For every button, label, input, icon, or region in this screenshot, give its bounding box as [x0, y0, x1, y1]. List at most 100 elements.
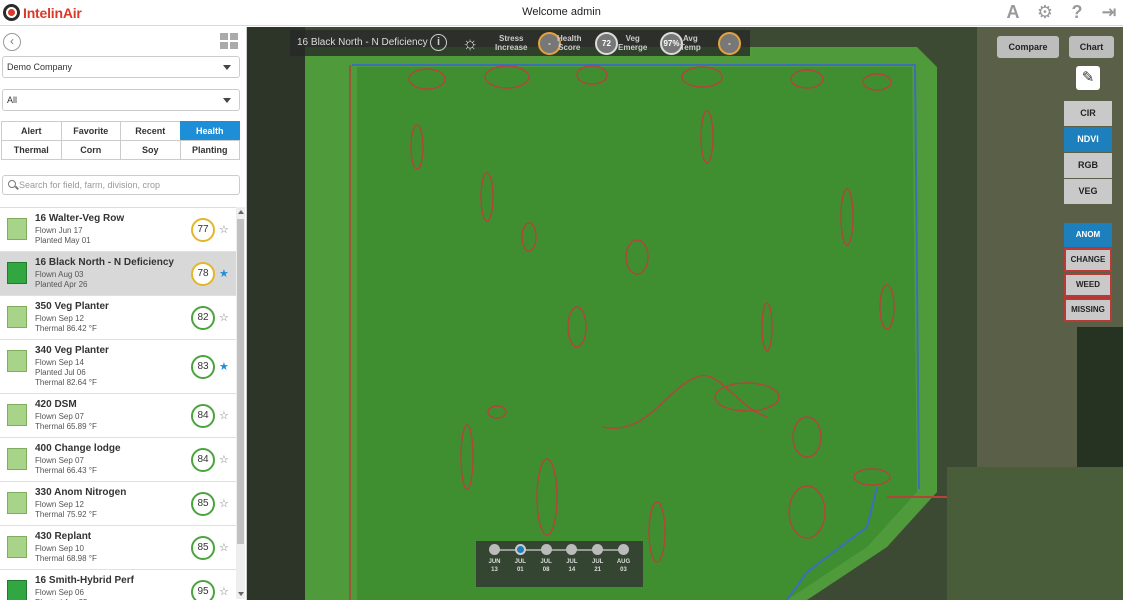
favorite-star-icon[interactable]: ☆	[219, 311, 229, 324]
field-thumbnail	[7, 350, 27, 372]
field-row[interactable]: 400 Change lodge Flown Sep 07 Thermal 66.4…	[0, 438, 236, 482]
metric-label: Avg Temp	[680, 34, 701, 52]
info-icon[interactable]: i	[430, 34, 447, 51]
timeline-month: AUG	[616, 559, 631, 565]
scroll-down-arrow-icon[interactable]	[238, 592, 244, 596]
timeline-date-label: JUL 08	[535, 558, 557, 574]
timeline-day: 13	[491, 567, 498, 573]
timeline-date-dot[interactable]	[592, 544, 604, 555]
field-detail: Planted May 01	[35, 236, 91, 245]
compare-button[interactable]: Compare	[997, 36, 1059, 58]
field-title: 16 Black North - N Deficiency	[297, 37, 428, 48]
timeline-date-dot[interactable]	[618, 544, 629, 555]
field-row[interactable]: 430 Replant Flown Sep 10 Thermal 68.98 °F 8…	[0, 526, 236, 570]
field-detail: Thermal 65.89 °F	[35, 422, 97, 431]
scrollbar-thumb[interactable]	[237, 219, 244, 544]
timeline-date-label: AUG 03	[613, 558, 635, 574]
field-detail: Thermal 66.43 °F	[35, 466, 97, 475]
flight-timeline: JUN 13 JUL 01 JUL 08 JUL 14 JUL 21 AUG 03	[476, 541, 643, 587]
anomaly-anom-button[interactable]: ANOM	[1064, 223, 1112, 247]
field-info-bar: 16 Black North - N Deficiency i ☼ Stress…	[290, 30, 750, 56]
favorite-star-icon[interactable]: ☆	[219, 497, 229, 510]
timeline-date-dot[interactable]	[489, 544, 500, 555]
timeline-date-label: JUL 21	[587, 558, 609, 574]
scrollbar[interactable]	[236, 207, 245, 599]
filter-tab-planting[interactable]: Planting	[179, 140, 240, 160]
field-name: 420 DSM	[35, 399, 77, 410]
company-select[interactable]: Demo Company	[2, 56, 240, 78]
field-thumbnail	[7, 536, 27, 558]
map-view[interactable]: 16 Black North - N Deficiency i ☼ Stress…	[247, 27, 1123, 600]
sun-icon[interactable]: ☼	[460, 33, 480, 53]
timeline-date-dot[interactable]	[566, 544, 578, 555]
health-score-badge: 84	[191, 448, 215, 472]
scroll-up-arrow-icon[interactable]	[238, 210, 244, 214]
metric-label: Veg Emerge	[618, 34, 648, 52]
timeline-month: JUN	[488, 559, 501, 565]
layer-veg-button[interactable]: VEG	[1064, 179, 1112, 204]
field-row[interactable]: 16 Black North - N Deficiency Flown Aug 0…	[0, 252, 236, 296]
filter-tab-favorite[interactable]: Favorite	[60, 121, 121, 141]
filter-tab-health[interactable]: Health	[179, 121, 240, 141]
layer-rgb-button[interactable]: RGB	[1064, 153, 1112, 178]
filter-tab-thermal[interactable]: Thermal	[1, 140, 62, 160]
timeline-date-dot[interactable]	[540, 544, 552, 555]
field-thumbnail	[7, 306, 27, 328]
favorite-star-icon[interactable]: ☆	[219, 585, 229, 598]
chart-button[interactable]: Chart	[1069, 36, 1114, 58]
anomaly-toggle-group: ANOM CHANGE WEED MISSING	[1064, 223, 1112, 323]
anomaly-change-button[interactable]: CHANGE	[1064, 248, 1112, 272]
field-row[interactable]: 420 DSM Flown Sep 07 Thermal 65.89 °F 84 ☆	[0, 394, 236, 438]
timeline-month: JUL	[540, 559, 552, 565]
field-detail: Flown Sep 12	[35, 500, 84, 509]
health-score-badge: 77	[191, 218, 215, 242]
pencil-edit-icon[interactable]: ✎	[1076, 66, 1100, 90]
favorite-star-icon[interactable]: ☆	[219, 453, 229, 466]
field-row[interactable]: 16 Smith-Hybrid PerfFlown Sep 06Planted …	[0, 570, 236, 600]
timeline-date-dot[interactable]	[514, 544, 526, 555]
filter-tab-recent[interactable]: Recent	[120, 121, 181, 141]
field-name: 16 Black North - N Deficiency	[35, 257, 174, 268]
field-thumbnail	[7, 492, 27, 514]
search-input[interactable]: Search for field, farm, division, crop	[2, 175, 240, 195]
field-row[interactable]: 350 Veg Planter Flown Sep 12 Thermal 86.42…	[0, 296, 236, 340]
field-name: 430 Replant	[35, 531, 92, 542]
field-list: 16 Walter-Veg Row Flown Jun 17 Planted May…	[0, 207, 236, 600]
field-row[interactable]: 16 Walter-Veg Row Flown Jun 17 Planted May…	[0, 208, 236, 252]
favorite-star-icon[interactable]: ☆	[219, 223, 229, 236]
filter-tab-alert[interactable]: Alert	[1, 121, 62, 141]
filter-tab-soy[interactable]: Soy	[120, 140, 181, 160]
field-detail: Flown Sep 06	[35, 588, 84, 597]
chevron-down-icon	[223, 65, 231, 70]
anomaly-missing-button[interactable]: MISSING	[1064, 298, 1112, 322]
favorite-star-icon[interactable]: ★	[219, 360, 229, 373]
welcome-text: Welcome admin	[522, 6, 601, 18]
timeline-track	[494, 549, 624, 551]
timeline-day: 03	[620, 567, 627, 573]
field-thumbnail	[7, 262, 27, 284]
field-detail: Flown Aug 03	[35, 270, 84, 279]
layer-cir-button[interactable]: CIR	[1064, 101, 1112, 126]
health-score-badge: 95	[191, 580, 215, 600]
back-chevron-icon[interactable]: ‹	[3, 33, 21, 51]
field-detail: Flown Sep 07	[35, 456, 84, 465]
logout-icon[interactable]: ⇥	[1099, 2, 1119, 22]
filter-tab-corn[interactable]: Corn	[60, 140, 121, 160]
anomaly-weed-button[interactable]: WEED	[1064, 273, 1112, 297]
company-select-value: Demo Company	[7, 62, 73, 72]
settings-gear-icon[interactable]: ⚙	[1035, 2, 1055, 22]
top-icons: A ⚙ ? ⇥	[1003, 2, 1119, 22]
timeline-month: JUL	[592, 559, 604, 565]
field-row[interactable]: 340 Veg Planter Flown Sep 14 Planted Jul 0…	[0, 340, 236, 394]
grid-view-icon[interactable]	[220, 33, 238, 49]
font-size-icon[interactable]: A	[1003, 2, 1023, 22]
favorite-star-icon[interactable]: ★	[219, 267, 229, 280]
timeline-date-label: JUL 01	[509, 558, 531, 574]
help-icon[interactable]: ?	[1067, 2, 1087, 22]
metric-value: -	[718, 32, 741, 55]
layer-ndvi-button[interactable]: NDVI	[1064, 127, 1112, 152]
favorite-star-icon[interactable]: ☆	[219, 409, 229, 422]
favorite-star-icon[interactable]: ☆	[219, 541, 229, 554]
division-select[interactable]: All	[2, 89, 240, 111]
field-row[interactable]: 330 Anom Nitrogen Flown Sep 12 Thermal 75.…	[0, 482, 236, 526]
